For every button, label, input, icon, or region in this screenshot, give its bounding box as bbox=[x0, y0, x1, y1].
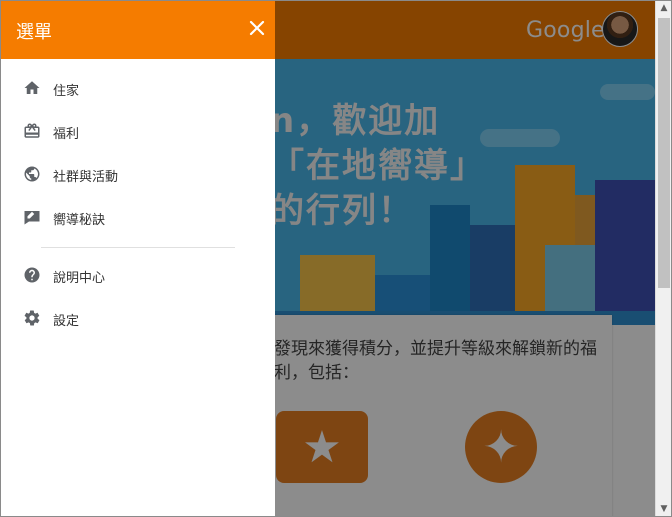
drawer-header: 選單 bbox=[0, 0, 275, 59]
menu-item-benefits[interactable]: 福利 bbox=[0, 111, 275, 151]
menu-item-label: 設定 bbox=[53, 314, 80, 329]
menu-item-help-center[interactable]: 說明中心 bbox=[0, 255, 275, 295]
scroll-down-arrow-icon[interactable]: ▼ bbox=[656, 501, 672, 517]
menu-item-label: 福利 bbox=[53, 127, 80, 142]
guide-icon bbox=[22, 207, 42, 227]
navigation-drawer: 選單 住家 福利 社群與活動 嚮導秘訣 說明中心 設定 bbox=[0, 0, 275, 517]
menu-item-label: 嚮導秘訣 bbox=[53, 213, 106, 228]
menu-item-guide-tips[interactable]: 嚮導秘訣 bbox=[0, 197, 275, 237]
menu-item-home[interactable]: 住家 bbox=[0, 68, 275, 108]
menu-item-label: 社群與活動 bbox=[53, 170, 119, 185]
scroll-thumb[interactable] bbox=[658, 18, 670, 288]
menu-item-community[interactable]: 社群與活動 bbox=[0, 154, 275, 194]
globe-icon bbox=[22, 164, 42, 184]
menu-item-settings[interactable]: 設定 bbox=[0, 298, 275, 338]
close-icon bbox=[249, 20, 265, 36]
help-icon bbox=[22, 265, 42, 285]
home-icon bbox=[22, 78, 42, 98]
vertical-scrollbar[interactable]: ▲ ▼ bbox=[655, 0, 672, 517]
drawer-title: 選單 bbox=[16, 22, 52, 43]
scroll-up-arrow-icon[interactable]: ▲ bbox=[656, 0, 672, 16]
menu-item-label: 說明中心 bbox=[53, 271, 106, 286]
menu-divider bbox=[41, 247, 235, 248]
gift-icon bbox=[22, 121, 42, 141]
close-button[interactable] bbox=[244, 15, 270, 41]
menu-item-label: 住家 bbox=[53, 84, 80, 99]
gear-icon bbox=[22, 308, 42, 328]
